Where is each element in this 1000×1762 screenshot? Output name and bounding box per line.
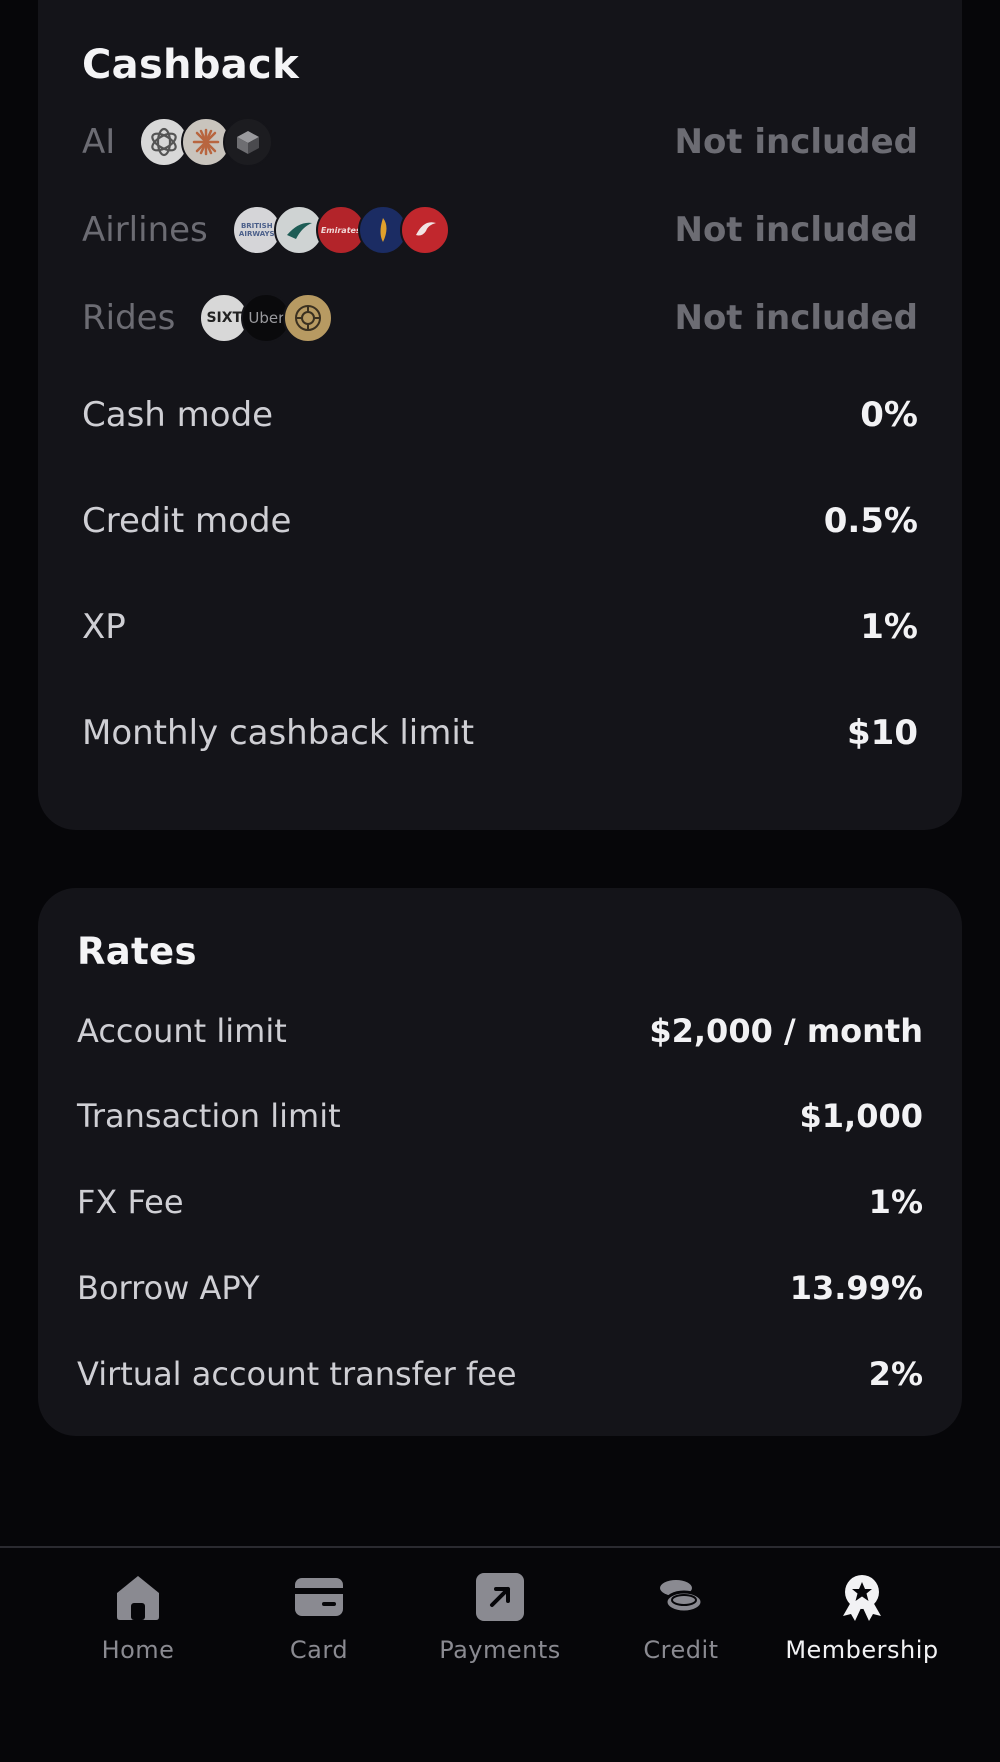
cashback-row: Monthly cashback limit $10 (82, 703, 918, 763)
monthly-limit-label: Monthly cashback limit (82, 713, 475, 753)
rates-row: Virtual account transfer fee 2% (77, 1344, 923, 1404)
fx-fee-label: FX Fee (77, 1183, 184, 1221)
nav-label-payments: Payments (439, 1636, 561, 1664)
ai-value: Not included (674, 122, 918, 162)
credit-icon (654, 1572, 708, 1622)
borrow-apy-label: Borrow APY (77, 1269, 260, 1307)
payments-icon (473, 1572, 527, 1622)
rates-row: FX Fee 1% (77, 1172, 923, 1232)
transaction-limit-value: $1,000 (799, 1097, 923, 1135)
virtual-transfer-fee-label: Virtual account transfer fee (77, 1355, 517, 1393)
credit-mode-value: 0.5% (823, 501, 918, 541)
airlines-value: Not included (674, 210, 918, 250)
airlines-label: Airlines (82, 210, 208, 250)
cashback-row: Credit mode 0.5% (82, 491, 918, 551)
nav-label-credit: Credit (643, 1636, 719, 1664)
cashback-row-ai: AI Not included (82, 112, 918, 172)
cash-mode-label: Cash mode (82, 395, 274, 435)
nav-item-credit[interactable]: Credit (596, 1572, 766, 1664)
cashback-card: Cashback AI Not included Airlines BRITIS… (38, 0, 962, 830)
nav-item-payments[interactable]: Payments (415, 1572, 585, 1664)
nav-label-card: Card (289, 1636, 349, 1664)
xp-label: XP (82, 607, 126, 647)
cashback-row-rides: Rides SIXT Uber Not included (82, 288, 918, 348)
rides-logos: SIXT Uber (199, 293, 334, 343)
rates-row: Account limit $2,000 / month (77, 1001, 923, 1061)
nav-label-home: Home (101, 1636, 175, 1664)
ai-label: AI (82, 122, 116, 162)
airlines-logos: BRITISH AIRWAYS Emirates (231, 205, 450, 255)
perplexity-logo (223, 117, 274, 167)
rates-row: Transaction limit $1,000 (77, 1086, 923, 1146)
rates-card: Rates Account limit $2,000 / month Trans… (38, 888, 962, 1436)
account-limit-label: Account limit (77, 1012, 287, 1050)
rates-row: Borrow APY 13.99% (77, 1258, 923, 1318)
nav-label-membership: Membership (785, 1636, 939, 1664)
rides-label: Rides (82, 298, 176, 338)
xp-value: 1% (860, 607, 918, 647)
virtual-transfer-fee-value: 2% (868, 1355, 923, 1393)
credit-mode-label: Credit mode (82, 501, 292, 541)
borrow-apy-value: 13.99% (789, 1269, 923, 1307)
nav-item-membership[interactable]: Membership (777, 1572, 947, 1664)
nav-item-card[interactable]: Card (234, 1572, 404, 1664)
home-icon (111, 1572, 165, 1622)
cashback-row-airlines: Airlines BRITISH AIRWAYS Emirates Not in… (82, 200, 918, 260)
turkish-airlines-logo (399, 205, 450, 255)
nav-item-home[interactable]: Home (53, 1572, 223, 1664)
cashback-title: Cashback (82, 42, 299, 88)
bolt-logo (283, 293, 334, 343)
card-icon (292, 1572, 346, 1622)
membership-icon (835, 1572, 889, 1622)
cashback-row: Cash mode 0% (82, 385, 918, 445)
fx-fee-value: 1% (868, 1183, 923, 1221)
cash-mode-value: 0% (860, 395, 918, 435)
cashback-row: XP 1% (82, 597, 918, 657)
transaction-limit-label: Transaction limit (77, 1097, 341, 1135)
rates-title: Rates (77, 930, 197, 973)
monthly-limit-value: $10 (847, 713, 918, 753)
account-limit-value: $2,000 / month (649, 1012, 923, 1050)
rides-value: Not included (674, 298, 918, 338)
bottom-nav: Home Card Payments Credit Membership (0, 1546, 1000, 1762)
ai-logos (139, 117, 274, 167)
